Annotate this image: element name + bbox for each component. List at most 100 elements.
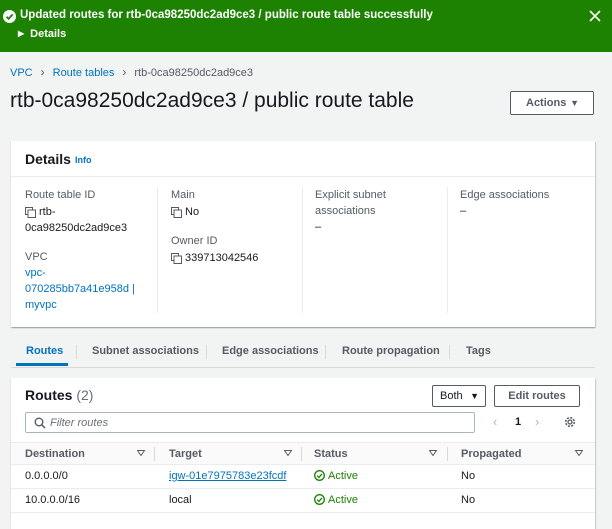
tab-route-propagation[interactable]: Route propagation: [342, 345, 440, 357]
search-icon: [34, 417, 46, 429]
vpc-link-2[interactable]: 070285bb7a41e958d |: [25, 281, 155, 297]
status-check-icon: [314, 470, 325, 481]
table-row: 10.0.0.0/16 local Active No: [11, 489, 595, 513]
route-filter-value: Both: [440, 390, 463, 402]
actions-label: Actions: [526, 97, 567, 109]
vpc-label: VPC: [25, 251, 48, 263]
tab-bar: Routes Subnet associations Edge associat…: [11, 338, 595, 368]
route-table-id-label: Route table ID: [25, 189, 96, 201]
column-divider: [154, 447, 155, 461]
divider: [11, 176, 595, 177]
filter-routes-input[interactable]: [50, 414, 470, 431]
vpc-link-3[interactable]: myvpc: [25, 297, 155, 313]
tab-divider: [325, 345, 326, 359]
target-cell: local: [169, 494, 192, 506]
routes-count: (2): [76, 387, 94, 403]
propagated-cell: No: [461, 470, 476, 482]
column-target[interactable]: Target: [169, 448, 202, 460]
copy-icon[interactable]: [171, 253, 182, 264]
close-icon[interactable]: [588, 9, 602, 23]
target-link[interactable]: igw-01e7975783e23fcdf: [169, 470, 286, 482]
breadcrumb: VPC › Route tables › rtb-0ca98250dc2ad9ce3: [10, 65, 253, 79]
copy-icon[interactable]: [25, 207, 36, 218]
chevron-right-icon: ›: [40, 65, 45, 79]
main-field: No: [171, 204, 301, 220]
caret-down-icon: ▼: [570, 98, 579, 108]
routes-panel: Routes (2) Both ▼ Edit routes ‹ 1 › Dest…: [11, 378, 595, 529]
owner-id-value: 339713042546: [185, 252, 259, 264]
details-column-1: Route table ID rtb- 0ca98250dc2ad9ce3 VP…: [25, 187, 155, 313]
success-flashbar: Updated routes for rtb-0ca98250dc2ad9ce3…: [0, 0, 612, 52]
edge-associations-label: Edge associations: [460, 189, 550, 201]
column-divider: [447, 187, 448, 313]
vpc-link-1[interactable]: vpc-: [25, 265, 155, 281]
owner-id-field: 339713042546: [171, 250, 301, 266]
route-filter-select[interactable]: Both ▼: [432, 385, 486, 407]
sort-caret-icon[interactable]: [137, 450, 145, 456]
page-title: rtb-0ca98250dc2ad9ce3 / public route tab…: [10, 89, 414, 112]
tab-tags[interactable]: Tags: [466, 345, 491, 357]
page-number[interactable]: 1: [515, 416, 521, 428]
tab-divider: [206, 345, 207, 359]
column-destination[interactable]: Destination: [25, 448, 85, 460]
flash-details-label: Details: [30, 28, 67, 40]
column-divider: [447, 447, 448, 461]
sort-caret-icon[interactable]: [284, 450, 292, 456]
route-table-id-field: rtb-: [25, 204, 155, 220]
breadcrumb-route-tables-link[interactable]: Route tables: [53, 67, 115, 79]
breadcrumb-vpc-link[interactable]: VPC: [10, 67, 33, 79]
details-panel: Details Info Route table ID rtb- 0ca9825…: [11, 141, 595, 327]
tab-divider: [449, 345, 450, 359]
chevron-right-icon: ›: [122, 65, 127, 79]
explicit-subnet-value: –: [315, 221, 322, 233]
column-status[interactable]: Status: [314, 448, 348, 460]
route-table-id-value-2: 0ca98250dc2ad9ce3: [25, 222, 128, 234]
status-badge: Active: [314, 470, 358, 482]
copy-icon[interactable]: [171, 207, 182, 218]
tab-edge-associations[interactable]: Edge associations: [222, 345, 319, 357]
actions-dropdown-button[interactable]: Actions ▼: [510, 91, 594, 115]
tab-routes[interactable]: Routes: [26, 345, 63, 357]
caret-down-icon: ▼: [470, 391, 479, 401]
column-propagated[interactable]: Propagated: [461, 448, 522, 460]
edge-associations-value: –: [460, 205, 467, 217]
routes-table-header: Destination Target Status Propagated: [11, 442, 595, 465]
status-text: Active: [328, 470, 358, 482]
routes-title: Routes: [25, 387, 73, 403]
details-column-4: Edge associations –: [460, 187, 590, 219]
details-column-2: Main No Owner ID 339713042546: [171, 187, 301, 266]
flash-details-toggle[interactable]: ▶ Details: [18, 28, 66, 40]
route-table-id-value-1: rtb-: [39, 206, 56, 218]
sort-caret-icon[interactable]: [575, 450, 583, 456]
destination-cell: 10.0.0.0/16: [25, 494, 81, 506]
details-heading: Details: [25, 151, 71, 167]
success-check-icon: [3, 10, 16, 23]
tab-subnet-associations[interactable]: Subnet associations: [92, 345, 199, 357]
destination-cell: 0.0.0.0/0: [25, 470, 68, 482]
main-label: Main: [171, 189, 195, 201]
chevron-right-icon[interactable]: ›: [535, 414, 539, 429]
column-divider: [301, 447, 302, 461]
breadcrumb-current: rtb-0ca98250dc2ad9ce3: [134, 67, 254, 79]
flash-message: Updated routes for rtb-0ca98250dc2ad9ce3…: [20, 9, 433, 21]
status-check-icon: [314, 494, 325, 505]
explicit-subnet-label-2: associations: [315, 205, 376, 217]
column-divider: [157, 187, 158, 313]
propagated-cell: No: [461, 494, 476, 506]
gear-icon[interactable]: [563, 415, 577, 429]
owner-id-label: Owner ID: [171, 235, 218, 247]
chevron-left-icon[interactable]: ‹: [493, 414, 497, 429]
tab-divider: [76, 345, 77, 359]
routes-heading: Routes (2): [25, 387, 93, 403]
filter-routes-field[interactable]: [25, 412, 475, 433]
details-column-3: Explicit subnet associations –: [315, 187, 445, 235]
table-row: 0.0.0.0/0 igw-01e7975783e23fcdf Active N…: [11, 465, 595, 489]
info-link[interactable]: Info: [75, 155, 92, 165]
edit-routes-button[interactable]: Edit routes: [494, 385, 580, 407]
active-tab-indicator: [16, 363, 68, 366]
status-text: Active: [328, 494, 358, 506]
column-divider: [302, 187, 303, 313]
main-value: No: [185, 206, 200, 218]
sort-caret-icon[interactable]: [429, 450, 437, 456]
status-badge: Active: [314, 494, 358, 506]
